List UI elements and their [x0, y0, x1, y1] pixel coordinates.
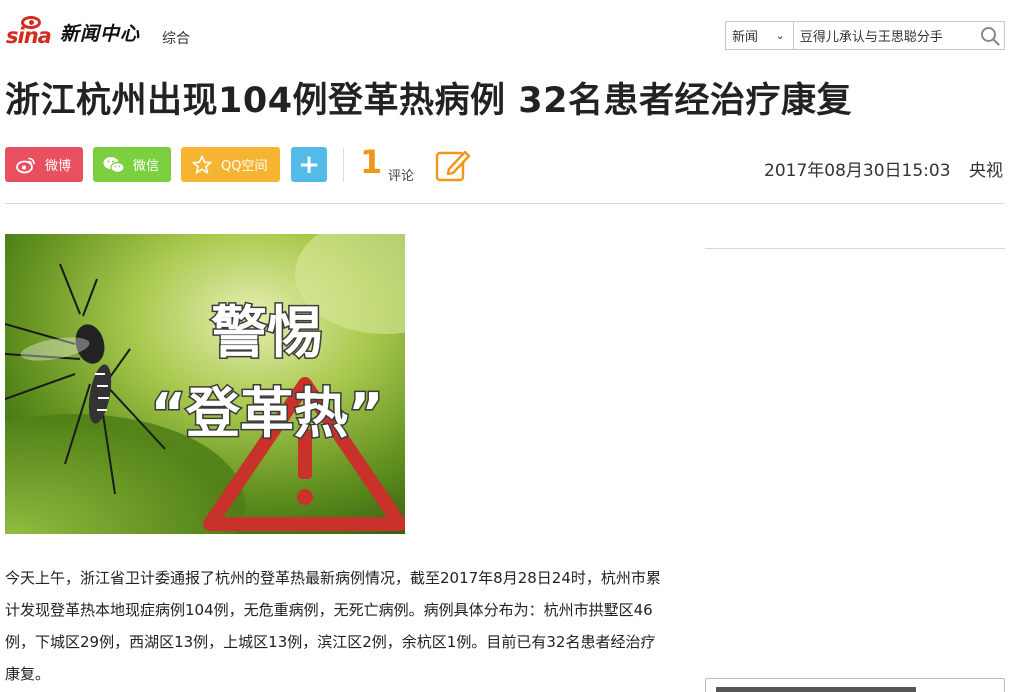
- search-input[interactable]: [793, 22, 976, 49]
- edit-icon: [435, 150, 471, 182]
- search-category-value: 新闻: [732, 30, 759, 45]
- wechat-icon: [103, 154, 125, 176]
- share-divider: [343, 148, 344, 182]
- search-category-select[interactable]: 新闻 ⌄: [726, 22, 794, 49]
- comment-count[interactable]: 1: [360, 143, 382, 181]
- header-divider: [5, 203, 1005, 204]
- comment-label[interactable]: 评论: [388, 165, 414, 184]
- plus-icon: +: [298, 149, 320, 180]
- article-paragraph: 今天上午，浙江省卫计委通报了杭州的登革热最新病例情况，截至2017年8月28日2…: [5, 569, 661, 683]
- sidebar-thumbnail[interactable]: [705, 678, 1005, 692]
- share-more-button[interactable]: +: [291, 147, 327, 182]
- share-wechat-label: 微信: [133, 159, 160, 174]
- image-text-line1: 警惕: [211, 301, 323, 366]
- share-weibo-button[interactable]: 微博: [5, 147, 83, 182]
- publish-date: 2017年08月30日15:03: [764, 161, 951, 181]
- qzone-star-icon: [191, 154, 213, 176]
- logo-brand: sina: [6, 24, 52, 48]
- share-weibo-label: 微博: [45, 159, 72, 174]
- share-bar: 微博 微信 QQ空间 + 1 评论 2017年08月30日15:03 央视: [5, 143, 1005, 184]
- weibo-icon: [15, 154, 37, 176]
- share-qzone-button[interactable]: QQ空间: [181, 147, 280, 182]
- share-wechat-button[interactable]: 微信: [93, 147, 171, 182]
- article-image: 警惕 “登革热”: [5, 234, 405, 534]
- share-qzone-label: QQ空间: [221, 159, 268, 174]
- article-title: 浙江杭州出现104例登革热病例 32名患者经治疗康复: [5, 81, 852, 121]
- search-icon: [980, 26, 1000, 46]
- search-box: 新闻 ⌄: [725, 21, 1005, 50]
- top-bar: sina 新闻中心 综合 新闻 ⌄: [0, 0, 1016, 70]
- sina-logo-mark: sina: [6, 14, 58, 50]
- channel-link[interactable]: 综合: [162, 28, 190, 48]
- chevron-down-icon: ⌄: [775, 29, 785, 42]
- logo-text: 新闻中心: [60, 22, 141, 45]
- sidebar-divider: [705, 248, 1005, 249]
- article-source[interactable]: 央视: [969, 156, 1003, 181]
- image-text-line2: “登革热”: [151, 382, 384, 445]
- write-comment-button[interactable]: [435, 147, 471, 183]
- sina-news-logo[interactable]: sina 新闻中心: [6, 14, 140, 50]
- search-button[interactable]: [976, 22, 1004, 49]
